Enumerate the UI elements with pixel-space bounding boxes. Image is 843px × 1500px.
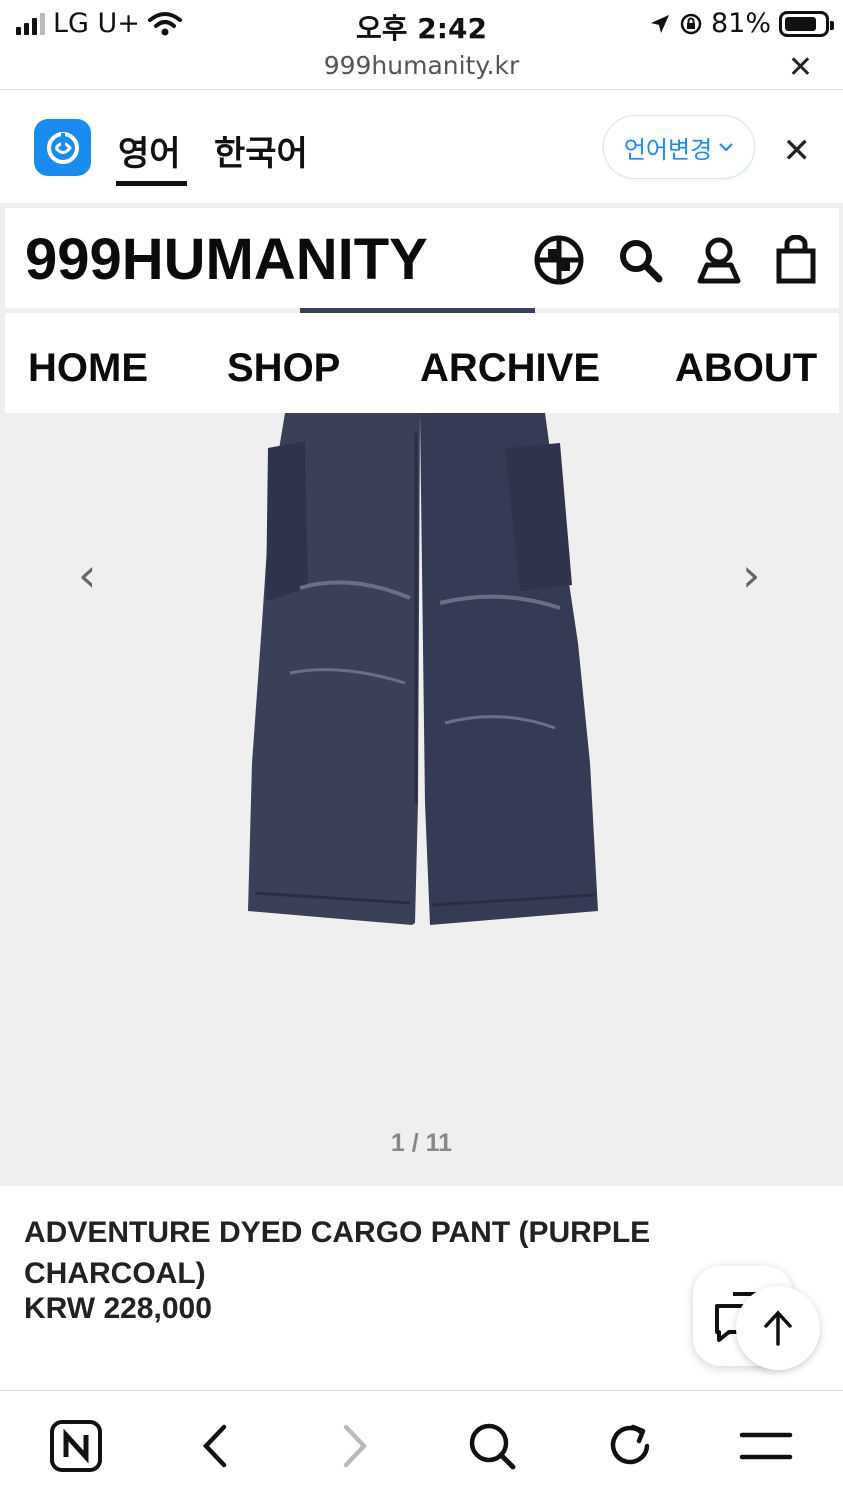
product-price: KRW 228,000 (24, 1292, 212, 1325)
nav-about[interactable]: ABOUT (675, 346, 817, 391)
tab-english[interactable]: 영어 (116, 126, 187, 186)
search-icon[interactable] (617, 237, 663, 283)
browser-toolbar (0, 1392, 843, 1500)
chevron-left-icon[interactable]: ‹ (78, 548, 96, 602)
close-icon[interactable]: ✕ (788, 50, 813, 85)
product-name: ADVENTURE DYED CARGO PANT (PURPLE CHARCO… (24, 1216, 651, 1290)
globe-icon[interactable] (533, 234, 585, 286)
translate-bar: 영어 한국어 언어변경 ✕ (0, 91, 843, 203)
battery-percent: 81% (710, 8, 771, 39)
forward-icon[interactable] (325, 1416, 385, 1476)
nav-archive[interactable]: ARCHIVE (420, 346, 600, 391)
naver-home-icon[interactable] (46, 1416, 106, 1476)
rotation-lock-icon (680, 13, 702, 34)
tab-korean[interactable]: 한국어 (214, 126, 308, 175)
scroll-top-button[interactable] (736, 1286, 820, 1370)
browser-url-bar[interactable]: 999humanity.kr ✕ (0, 48, 843, 90)
bag-icon[interactable] (775, 235, 817, 285)
image-counter: 1 / 11 (390, 1129, 453, 1157)
site-nav: HOME SHOP ARCHIVE ABOUT (5, 313, 839, 413)
search-icon[interactable] (462, 1416, 522, 1476)
site-header: 999HUMANITY (5, 208, 839, 308)
chevron-right-icon[interactable]: › (742, 548, 760, 602)
header-icons (533, 234, 817, 286)
battery-icon (779, 10, 834, 37)
arrow-up-icon (764, 1310, 792, 1346)
refresh-icon[interactable] (600, 1416, 660, 1476)
papago-logo-icon (34, 119, 91, 176)
nav-home[interactable]: HOME (28, 346, 148, 391)
menu-icon[interactable] (736, 1416, 796, 1476)
nav-shop[interactable]: SHOP (227, 346, 340, 391)
brand-logo[interactable]: 999HUMANITY (25, 226, 428, 293)
close-icon[interactable]: ✕ (783, 131, 812, 171)
location-icon (650, 14, 669, 33)
back-icon[interactable] (185, 1416, 245, 1476)
change-language-button[interactable]: 언어변경 (603, 115, 755, 179)
status-right: 81% (649, 8, 834, 39)
url-text[interactable]: 999humanity.kr (0, 51, 843, 80)
account-icon[interactable] (695, 235, 743, 285)
change-language-label: 언어변경 (623, 135, 713, 164)
status-bar: LG U+ 오후 2:42 81% (0, 0, 843, 48)
chevron-down-icon (719, 143, 733, 152)
